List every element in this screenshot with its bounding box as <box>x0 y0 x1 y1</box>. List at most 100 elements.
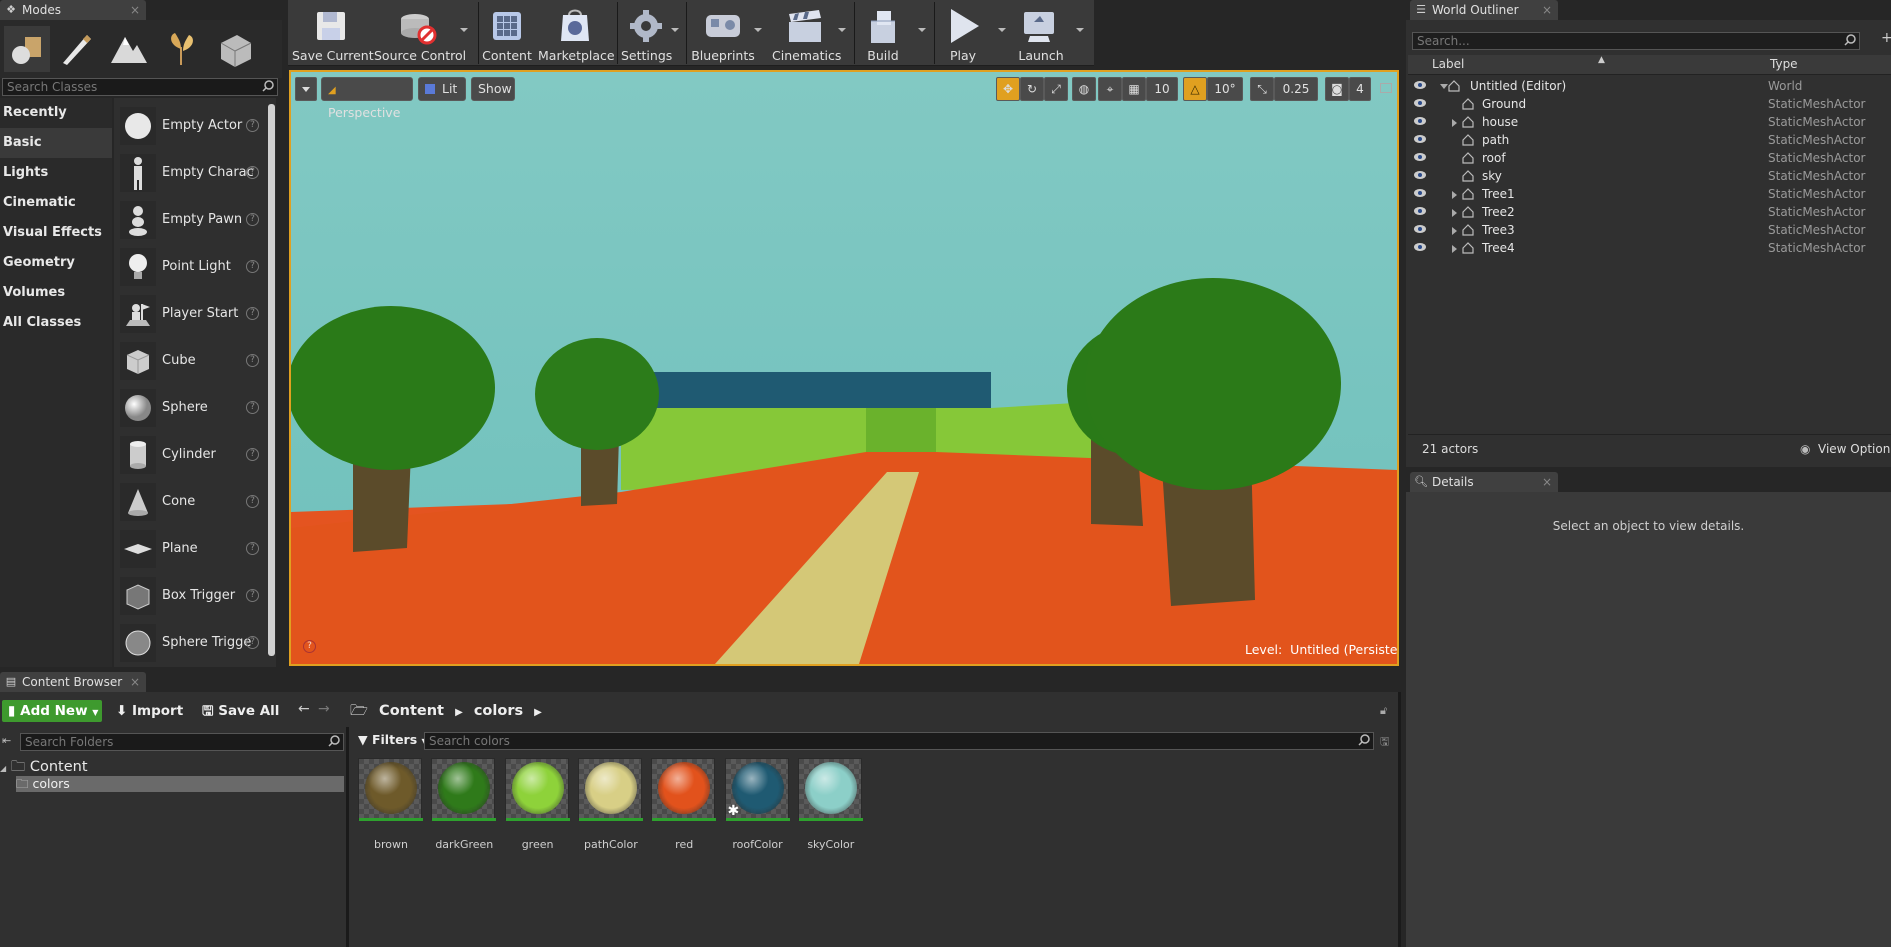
search-icon[interactable] <box>328 735 340 747</box>
add-new-button[interactable]: ▮ Add New ▼ <box>2 700 102 722</box>
breadcrumb-colors[interactable]: colors <box>474 703 523 719</box>
settings-dropdown[interactable] <box>671 28 679 32</box>
geometry-mode-icon[interactable] <box>212 26 258 72</box>
show-button[interactable]: Show <box>471 77 515 101</box>
grid-snap-value[interactable]: 10 <box>1146 77 1178 101</box>
folder-tree-item-colors[interactable]: 🗀︎ colors <box>16 776 344 792</box>
blueprints-dropdown[interactable] <box>754 28 762 32</box>
info-icon[interactable]: ? <box>303 640 316 653</box>
category-lights[interactable]: Lights <box>0 158 112 188</box>
help-icon[interactable]: ? <box>246 119 259 132</box>
import-button[interactable]: ⬇ Import <box>116 701 183 721</box>
help-icon[interactable]: ? <box>246 636 259 649</box>
scale-snap-value[interactable]: 0.25 <box>1274 77 1318 101</box>
help-icon[interactable]: ? <box>246 542 259 555</box>
settings-button[interactable]: Settings <box>621 2 672 66</box>
lit-button[interactable]: Lit <box>418 77 466 101</box>
save-search-icon[interactable]: 🖫︎ <box>1380 733 1389 752</box>
content-button[interactable]: Content <box>482 2 532 66</box>
filters-button[interactable]: ▼ Filters ▼ <box>358 731 428 751</box>
expand-arrow-icon[interactable] <box>1452 227 1457 235</box>
viewport-options-button[interactable] <box>295 77 317 101</box>
expand-arrow-icon[interactable] <box>1440 84 1448 89</box>
save-current-button[interactable]: Save Current <box>292 2 374 66</box>
close-icon[interactable]: × <box>130 0 140 20</box>
search-classes-input[interactable]: Search Classes <box>2 78 278 96</box>
source-control-dropdown[interactable] <box>460 28 468 32</box>
forward-arrow-icon[interactable]: → <box>318 701 330 717</box>
visibility-eye-icon[interactable] <box>1414 171 1426 179</box>
asset-tile[interactable]: darkGreen <box>431 758 497 851</box>
translate-tool-icon[interactable]: ✥ <box>996 77 1020 101</box>
build-button[interactable]: Build <box>858 2 908 66</box>
source-control-button[interactable]: Source Control <box>374 2 466 66</box>
rotation-snap-icon[interactable]: △ <box>1183 77 1207 101</box>
list-item[interactable]: Cube? <box>120 339 270 383</box>
launch-button[interactable]: Launch <box>1016 2 1066 66</box>
visibility-eye-icon[interactable] <box>1414 225 1426 233</box>
list-item[interactable]: Cylinder? <box>120 433 270 477</box>
visibility-eye-icon[interactable] <box>1414 243 1426 251</box>
tab-world-outliner[interactable]: ☰ World Outliner × <box>1410 0 1558 20</box>
table-row[interactable]: Tree3 StaticMeshActor <box>1408 221 1891 239</box>
table-row[interactable]: Tree1 StaticMeshActor <box>1408 185 1891 203</box>
tab-modes[interactable]: ❖ Modes × <box>0 0 146 20</box>
folder-tree-item-content[interactable]: ◢ 🗀︎ Content <box>0 758 344 776</box>
category-volumes[interactable]: Volumes <box>0 278 112 308</box>
cinematics-button[interactable]: Cinematics <box>772 2 841 66</box>
outliner-search-input[interactable]: Search... <box>1412 32 1860 50</box>
save-all-button[interactable]: 🖫︎ Save All <box>202 701 279 721</box>
place-mode-icon[interactable] <box>4 26 50 72</box>
help-icon[interactable]: ? <box>246 213 259 226</box>
category-basic[interactable]: Basic <box>0 128 112 158</box>
foliage-mode-icon[interactable] <box>158 26 204 72</box>
list-item[interactable]: Sphere? <box>120 386 270 430</box>
column-type[interactable]: Type <box>1770 57 1798 71</box>
help-icon[interactable]: ? <box>246 166 259 179</box>
search-icon[interactable] <box>1844 34 1856 46</box>
paint-mode-icon[interactable] <box>54 26 100 72</box>
list-item[interactable]: Player Start? <box>120 292 270 336</box>
list-item[interactable]: Plane? <box>120 527 270 571</box>
play-dropdown[interactable] <box>998 28 1006 32</box>
table-row[interactable]: Tree4 StaticMeshActor <box>1408 239 1891 257</box>
list-item[interactable]: Box Trigger? <box>120 574 270 618</box>
scale-snap-icon[interactable]: ⤡ <box>1250 77 1274 101</box>
camera-speed-value[interactable]: 4 <box>1349 77 1371 101</box>
sources-toggle-icon[interactable]: ⇤ <box>2 734 11 747</box>
help-icon[interactable]: ? <box>246 401 259 414</box>
visibility-eye-icon[interactable] <box>1414 99 1426 107</box>
expand-arrow-icon[interactable] <box>1452 245 1457 253</box>
expand-arrow-icon[interactable] <box>1452 191 1457 199</box>
expand-arrow-icon[interactable] <box>1452 209 1457 217</box>
close-icon[interactable]: × <box>1542 472 1552 492</box>
world-space-icon[interactable]: ◍ <box>1072 77 1096 101</box>
table-row[interactable]: roof StaticMeshActor <box>1408 149 1891 167</box>
category-all-classes[interactable]: All Classes <box>0 308 112 338</box>
rotate-tool-icon[interactable]: ↻ <box>1020 77 1044 101</box>
scale-tool-icon[interactable]: ⤢ <box>1044 77 1068 101</box>
close-icon[interactable]: × <box>1542 0 1552 20</box>
view-options-button[interactable]: View Options <box>1818 442 1891 456</box>
search-assets-input[interactable]: Search colors <box>424 732 1374 750</box>
list-item[interactable]: Sphere Trigge? <box>120 621 270 665</box>
grid-snap-icon[interactable]: ▦ <box>1122 77 1146 101</box>
help-icon[interactable]: ? <box>246 589 259 602</box>
column-label[interactable]: Label <box>1432 57 1464 71</box>
help-icon[interactable]: ? <box>246 495 259 508</box>
asset-tile[interactable]: green <box>504 758 571 851</box>
help-icon[interactable]: ? <box>246 448 259 461</box>
search-icon[interactable] <box>262 80 274 92</box>
table-row[interactable]: Ground StaticMeshActor <box>1408 95 1891 113</box>
camera-speed-icon[interactable]: ◙ <box>1325 77 1349 101</box>
category-cinematic[interactable]: Cinematic <box>0 188 112 218</box>
asset-tile[interactable]: skyColor <box>797 758 864 851</box>
lock-icon[interactable]: 🔓︎ <box>1380 704 1387 718</box>
surface-snap-icon[interactable]: ⌖ <box>1098 77 1122 101</box>
list-item[interactable]: Empty Pawn? <box>120 198 270 242</box>
category-geometry[interactable]: Geometry <box>0 248 112 278</box>
asset-tile[interactable]: ✱ roofColor <box>724 758 791 851</box>
table-row[interactable]: sky StaticMeshActor <box>1408 167 1891 185</box>
list-item[interactable]: Cone? <box>120 480 270 524</box>
category-recently-placed[interactable]: Recently Placed <box>0 98 112 150</box>
